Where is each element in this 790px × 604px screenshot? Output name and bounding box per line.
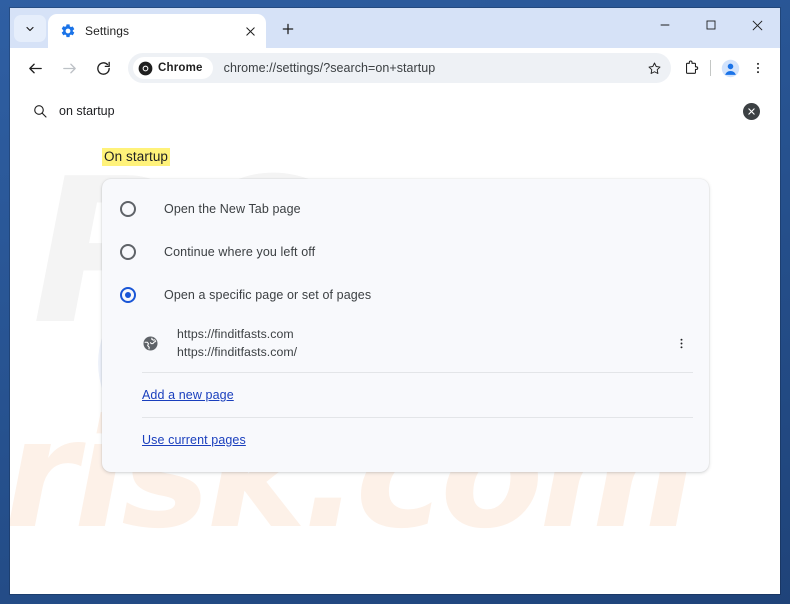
star-icon bbox=[648, 62, 660, 74]
tab-strip: Settings bbox=[10, 8, 780, 48]
startup-option-new-tab[interactable]: Open the New Tab page bbox=[102, 187, 709, 230]
use-current-pages-link[interactable]: Use current pages bbox=[142, 433, 246, 447]
window-controls bbox=[642, 8, 780, 42]
startup-option-label: Open a specific page or set of pages bbox=[164, 287, 372, 302]
search-icon bbox=[34, 105, 47, 118]
settings-search-value: on startup bbox=[59, 104, 115, 118]
minimize-icon bbox=[660, 24, 670, 26]
radio-icon-selected[interactable] bbox=[120, 286, 136, 303]
add-new-page-row[interactable]: Add a new page bbox=[102, 373, 709, 417]
minimize-button[interactable] bbox=[642, 8, 688, 42]
settings-search-input[interactable]: on startup bbox=[32, 103, 743, 119]
chrome-origin-chip: Chrome bbox=[133, 57, 213, 79]
gear-icon bbox=[61, 24, 75, 38]
puzzle-piece-icon bbox=[686, 60, 699, 74]
forward-button[interactable] bbox=[54, 53, 84, 83]
close-window-button[interactable] bbox=[734, 8, 780, 42]
settings-page: PC risk.com on startup On bbox=[10, 88, 780, 594]
back-button[interactable] bbox=[20, 53, 50, 83]
three-dots-vertical-icon bbox=[680, 338, 682, 348]
browser-menu-button[interactable] bbox=[744, 54, 772, 82]
new-tab-button[interactable] bbox=[274, 15, 302, 43]
startup-option-label: Continue where you left off bbox=[164, 244, 316, 259]
tab-search-button[interactable] bbox=[14, 15, 46, 42]
close-icon bbox=[245, 26, 255, 36]
startup-page-row: https://finditfasts.com https://finditfa… bbox=[102, 316, 693, 372]
startup-option-label: Open the New Tab page bbox=[164, 201, 301, 216]
tab-close-button[interactable] bbox=[240, 21, 260, 41]
arrow-left-icon bbox=[28, 63, 42, 73]
bookmark-button[interactable] bbox=[641, 55, 667, 81]
browser-tab-settings[interactable]: Settings bbox=[48, 14, 266, 48]
reload-button[interactable] bbox=[88, 53, 118, 83]
address-bar[interactable]: Chrome chrome://settings/?search=on+star… bbox=[128, 53, 671, 83]
arrow-right-icon bbox=[62, 63, 76, 73]
section-header-wrap: On startup bbox=[10, 148, 780, 166]
tab-title: Settings bbox=[85, 24, 130, 38]
close-icon bbox=[752, 20, 762, 30]
startup-option-specific-pages[interactable]: Open a specific page or set of pages bbox=[102, 273, 709, 316]
on-startup-card: Open the New Tab page Continue where you… bbox=[102, 179, 709, 472]
startup-option-continue[interactable]: Continue where you left off bbox=[102, 230, 709, 273]
chrome-logo-icon bbox=[138, 61, 153, 75]
radio-icon[interactable] bbox=[120, 243, 136, 260]
globe-icon bbox=[143, 335, 158, 351]
maximize-button[interactable] bbox=[688, 8, 734, 42]
clear-search-button[interactable] bbox=[743, 102, 760, 120]
browser-window: Settings Chrome chrome://settings/?searc… bbox=[10, 8, 780, 594]
three-dots-vertical-icon bbox=[757, 62, 759, 74]
startup-page-name: https://finditfasts.com bbox=[177, 327, 294, 341]
radio-icon[interactable] bbox=[120, 200, 136, 217]
browser-toolbar: Chrome chrome://settings/?search=on+star… bbox=[10, 48, 780, 88]
window-frame: Settings Chrome chrome://settings/?searc… bbox=[0, 0, 790, 604]
chrome-chip-label: Chrome bbox=[158, 62, 203, 74]
startup-page-url: https://finditfasts.com/ bbox=[177, 345, 298, 359]
section-title-on-startup: On startup bbox=[102, 148, 171, 166]
add-a-new-page-link[interactable]: Add a new page bbox=[142, 388, 234, 402]
chevron-down-icon bbox=[26, 26, 34, 31]
profile-avatar-button[interactable] bbox=[716, 54, 744, 82]
startup-page-text: https://finditfasts.com https://finditfa… bbox=[177, 325, 669, 361]
use-current-pages-row[interactable]: Use current pages bbox=[102, 418, 709, 462]
avatar-icon bbox=[721, 59, 739, 77]
maximize-icon bbox=[706, 20, 716, 30]
toolbar-divider bbox=[710, 60, 711, 76]
reload-icon bbox=[96, 61, 110, 75]
startup-page-more-button[interactable] bbox=[669, 331, 693, 355]
extensions-button[interactable] bbox=[677, 54, 705, 82]
address-bar-text[interactable]: chrome://settings/?search=on+startup bbox=[224, 61, 641, 75]
close-icon bbox=[748, 107, 755, 115]
plus-icon bbox=[282, 23, 294, 35]
settings-search-row: on startup bbox=[10, 88, 780, 134]
